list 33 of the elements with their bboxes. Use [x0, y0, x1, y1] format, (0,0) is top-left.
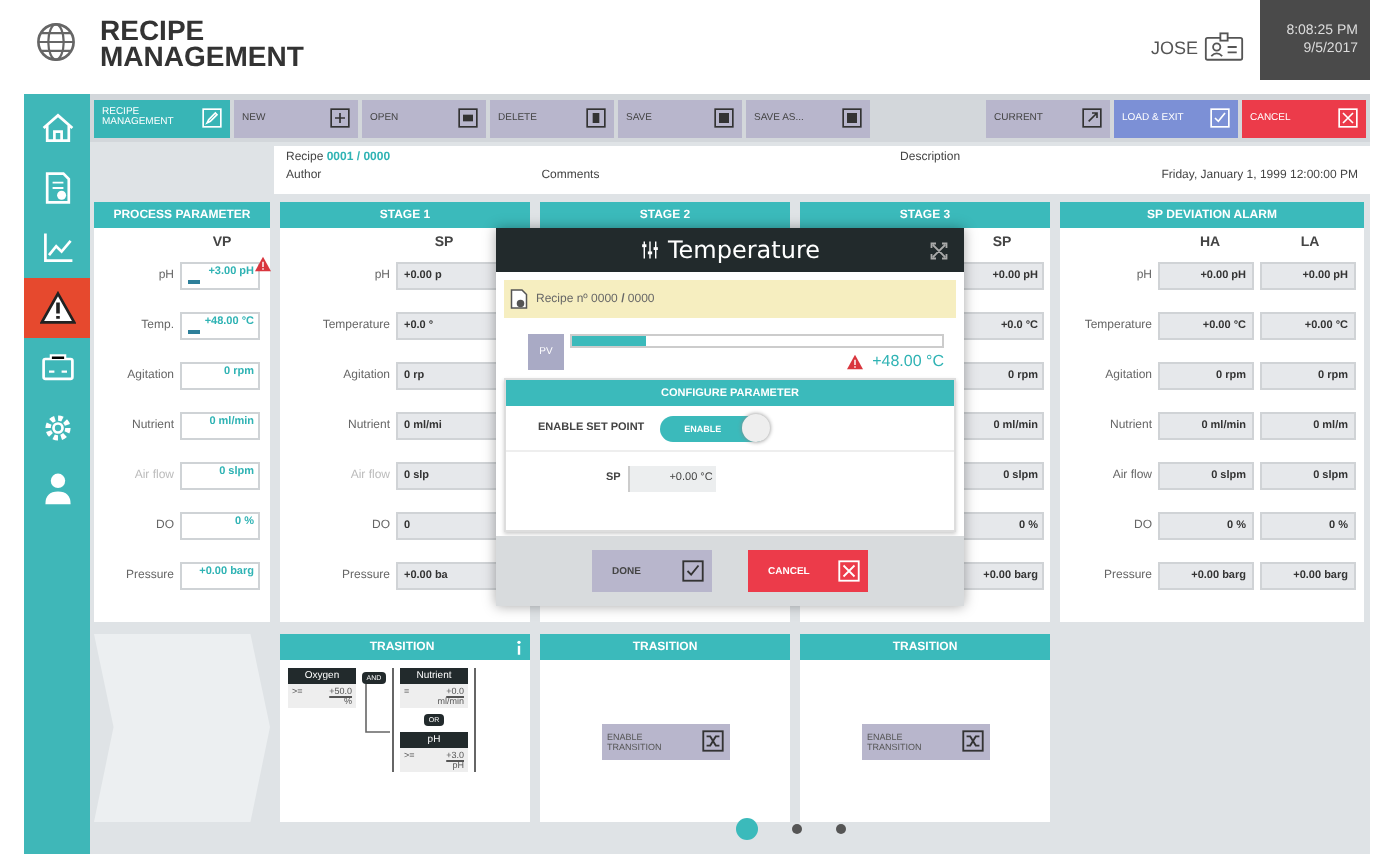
document-icon [510, 288, 528, 310]
sliders-icon [640, 240, 660, 260]
dialog-title: Temperature [668, 236, 821, 264]
toolbar-icon [1210, 108, 1230, 128]
toolbar-icon [842, 108, 862, 128]
toolbar-icon [1338, 108, 1358, 128]
info-icon[interactable] [516, 639, 522, 655]
chart-icon [39, 230, 75, 266]
toolbar-icon [714, 108, 734, 128]
settings-icon [39, 410, 75, 446]
shuffle-icon [701, 730, 723, 752]
button-icon [682, 560, 704, 582]
shuffle-icon [961, 730, 983, 752]
device-icon [39, 350, 75, 386]
warning-icon [39, 290, 75, 326]
button-icon [838, 560, 860, 582]
home-icon [39, 110, 75, 146]
user-name: JOSE [1150, 37, 1198, 57]
globe-icon[interactable] [34, 19, 78, 63]
page-dot[interactable] [835, 824, 845, 834]
toolbar-icon [330, 108, 350, 128]
pv-reading: +48.00 °C [872, 352, 944, 370]
toolbar-icon [1082, 108, 1102, 128]
page-dot[interactable] [735, 818, 757, 840]
page-dot[interactable] [791, 824, 801, 834]
id-badge-icon[interactable] [1204, 32, 1244, 62]
toolbar-icon [202, 108, 222, 128]
close-icon[interactable] [930, 242, 948, 260]
toolbar-icon [586, 108, 606, 128]
app-title: RECIPE MANAGEMENT [100, 17, 304, 69]
user-icon [39, 470, 75, 506]
toolbar-icon [458, 108, 478, 128]
sidebar-item[interactable] [24, 278, 90, 338]
